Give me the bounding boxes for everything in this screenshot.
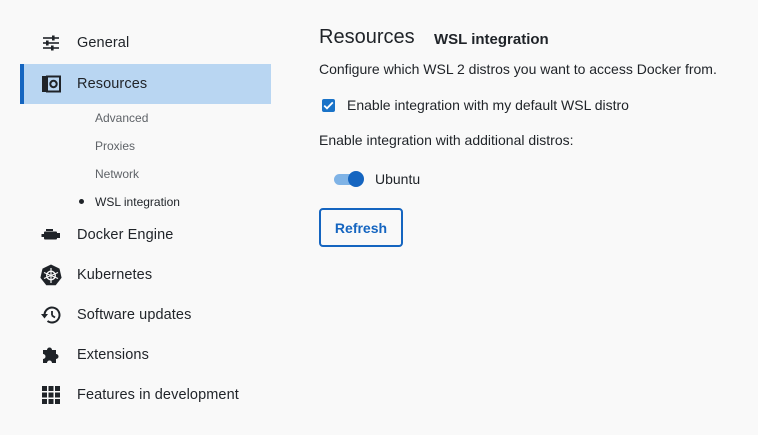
page-title: Resources — [319, 26, 415, 48]
sidebar-item-extensions[interactable]: Extensions — [20, 335, 271, 375]
sidebar-item-label: Extensions — [77, 347, 149, 363]
checkmark-icon — [323, 101, 334, 110]
default-integration-checkbox[interactable] — [322, 98, 335, 112]
docker-engine-icon — [40, 225, 62, 245]
sidebar-item-label: General — [77, 35, 130, 51]
subnav-item-wsl-integration[interactable]: WSL integration — [95, 193, 180, 211]
sidebar-item-features-in-development[interactable]: Features in development — [20, 375, 271, 415]
sidebar: General Resources Advanced Proxies Netwo… — [0, 0, 290, 435]
sidebar-item-label: Kubernetes — [77, 267, 153, 283]
sidebar-item-label: Features in development — [77, 387, 239, 403]
default-integration-row: Enable integration with my default WSL d… — [322, 96, 629, 114]
grid-icon — [40, 385, 62, 405]
section-subtitle: WSL integration — [434, 31, 549, 48]
history-icon — [40, 305, 62, 325]
ubuntu-toggle[interactable] — [334, 171, 364, 187]
additional-distros-label: Enable integration with additional distr… — [319, 132, 574, 148]
sidebar-item-general[interactable]: General — [20, 23, 271, 63]
sliders-icon — [40, 33, 62, 53]
main-panel: Resources WSL integration Configure whic… — [319, 0, 749, 435]
puzzle-icon — [40, 345, 62, 365]
resources-icon — [40, 74, 62, 94]
toggle-thumb — [348, 171, 364, 187]
sidebar-item-label: Docker Engine — [77, 227, 174, 243]
sidebar-item-docker-engine[interactable]: Docker Engine — [20, 215, 271, 255]
sidebar-item-label: Software updates — [77, 307, 192, 323]
distro-name: Ubuntu — [375, 171, 421, 187]
kubernetes-icon — [40, 264, 62, 286]
current-item-bullet — [79, 199, 84, 204]
subnav-item-advanced[interactable]: Advanced — [95, 109, 148, 127]
subnav-item-proxies[interactable]: Proxies — [95, 137, 135, 155]
default-integration-label: Enable integration with my default WSL d… — [347, 97, 629, 113]
sidebar-item-label: Resources — [77, 76, 148, 92]
subnav-item-network[interactable]: Network — [95, 165, 139, 183]
sidebar-item-kubernetes[interactable]: Kubernetes — [20, 255, 271, 295]
section-description: Configure which WSL 2 distros you want t… — [319, 61, 717, 77]
sidebar-item-resources[interactable]: Resources — [20, 64, 271, 104]
sidebar-item-software-updates[interactable]: Software updates — [20, 295, 271, 335]
refresh-button[interactable]: Refresh — [319, 208, 403, 247]
